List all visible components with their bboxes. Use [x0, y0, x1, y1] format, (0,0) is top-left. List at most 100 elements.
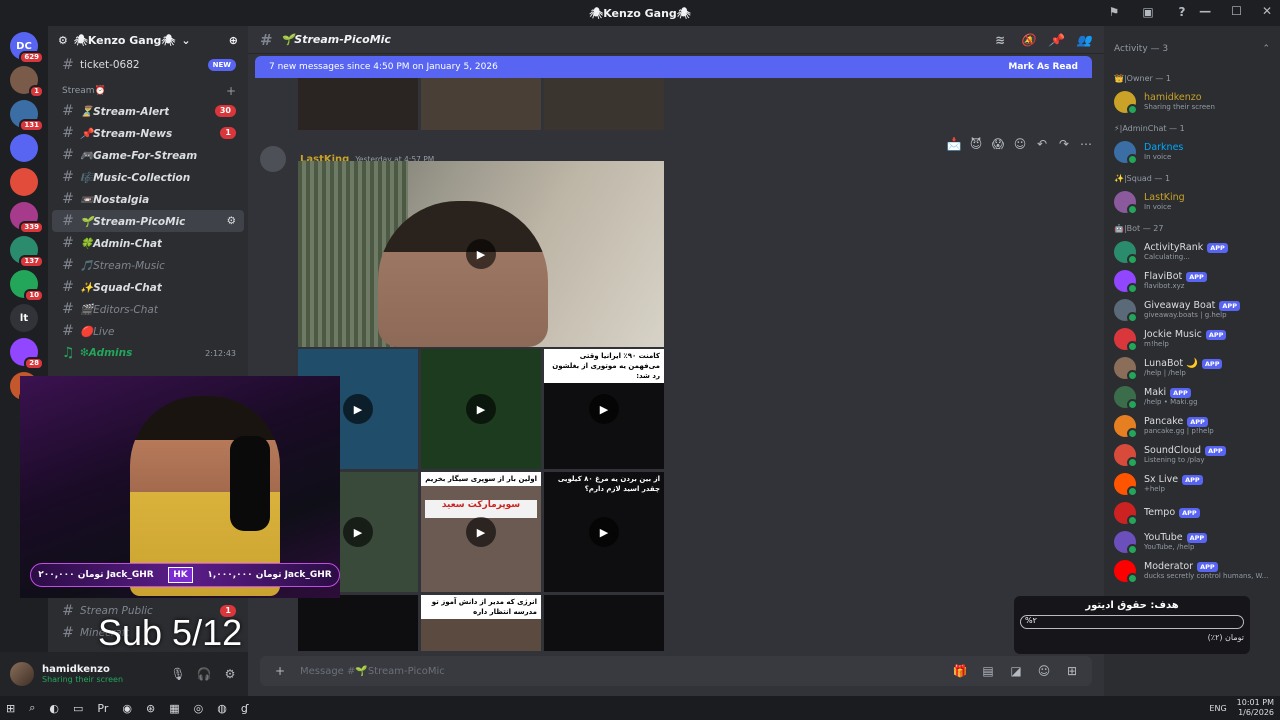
server-icon[interactable]: 28	[10, 338, 44, 370]
server-icon[interactable]: 137	[10, 236, 44, 268]
channel-item[interactable]: # 🎮Game-For-Stream	[52, 144, 244, 166]
minimize-icon[interactable]: —	[1199, 4, 1211, 18]
avatar[interactable]	[10, 662, 34, 686]
channel-item[interactable]: # 🍀Admin-Chat	[52, 232, 244, 254]
store-icon[interactable]: ▦	[169, 702, 179, 715]
channel-item[interactable]: # 📼Nostalgia	[52, 188, 244, 210]
video-embed[interactable]	[298, 595, 418, 651]
video-embed[interactable]: ▶	[421, 349, 541, 469]
member-list-icon[interactable]: 👥	[1076, 32, 1092, 48]
channel-item[interactable]: # 🎼Music-Collection	[52, 166, 244, 188]
channel-item[interactable]: # 📌Stream-News 1	[52, 122, 244, 144]
premiere-icon[interactable]: Pr	[97, 702, 108, 715]
media-thumbnail[interactable]	[421, 78, 541, 130]
play-icon[interactable]: ▶	[589, 517, 619, 547]
new-messages-banner[interactable]: 7 new messages since 4:50 PM on January …	[255, 56, 1092, 78]
play-icon[interactable]: ▶	[466, 517, 496, 547]
screen-share-icon[interactable]: ▣	[1140, 4, 1156, 20]
more-icon[interactable]: ⋯	[1078, 136, 1094, 152]
member-item[interactable]: SoundCloud APP Listening to /play	[1114, 440, 1270, 469]
channel-item[interactable]: # ✨Squad-Chat	[52, 276, 244, 298]
microphone-icon[interactable]: 🎙	[170, 666, 186, 682]
play-icon[interactable]: ▶	[466, 239, 496, 269]
reply-icon[interactable]: ↶	[1034, 136, 1050, 152]
steam-icon[interactable]: ⊛	[146, 702, 155, 715]
mute-icon[interactable]: 🔕	[1020, 32, 1036, 48]
member-item[interactable]: Darknes In voice	[1114, 137, 1270, 166]
video-embed[interactable]: از بین بردن یه مرغ ۸۰ کیلویی چقدر اسید ل…	[544, 472, 664, 592]
member-item[interactable]: LastKing In voice	[1114, 187, 1270, 216]
mark-as-read-button[interactable]: Mark As Read	[1008, 62, 1078, 72]
emoji-icon[interactable]: ☺	[1036, 663, 1052, 679]
message-composer[interactable]: + Message #🌱Stream-PicoMic 🎁 ▤ ◪ ☺ ⊞	[260, 656, 1092, 686]
clock[interactable]: 10:01 PM 1/6/2026	[1237, 698, 1274, 718]
obs-icon[interactable]: ◎	[194, 702, 204, 715]
video-embed[interactable]: ▶	[298, 161, 664, 347]
member-item[interactable]: hamidkenzo Sharing their screen	[1114, 87, 1270, 116]
channel-item[interactable]: # 🎬Editors-Chat	[52, 298, 244, 320]
member-item[interactable]: Giveaway Boat APP giveaway.boats | g.help	[1114, 295, 1270, 324]
pin-icon[interactable]: 📌	[1048, 32, 1064, 48]
play-icon[interactable]: ▶	[589, 394, 619, 424]
headphones-icon[interactable]: 🎧	[196, 666, 212, 682]
channel-item[interactable]: # 🎵Stream-Music	[52, 254, 244, 276]
media-thumbnail[interactable]	[544, 78, 664, 130]
add-member-icon[interactable]: ⊕	[229, 34, 238, 47]
member-item[interactable]: FlaviBot APP flavibot.xyz	[1114, 266, 1270, 295]
member-item[interactable]: Maki APP/help • Maki.gg	[1114, 382, 1270, 411]
gif-icon[interactable]: ▤	[980, 663, 996, 679]
category-stream[interactable]: Stream⏰ +	[48, 76, 248, 100]
apps-icon[interactable]: ⊞	[1064, 663, 1080, 679]
member-item[interactable]: LunaBot 🌙 APP/help | /help	[1114, 353, 1270, 382]
channel-item[interactable]: # 🔴Live	[52, 320, 244, 342]
play-icon[interactable]: ▶	[343, 517, 373, 547]
channel-ticket[interactable]: # ticket-0682 NEW	[52, 54, 244, 76]
avatar[interactable]	[260, 146, 286, 172]
server-icon[interactable]	[10, 134, 38, 162]
forward-icon[interactable]: ↷	[1056, 136, 1072, 152]
server-icon[interactable]: 10	[10, 270, 44, 302]
server-icon[interactable]	[10, 168, 38, 196]
member-item[interactable]: YouTube APP YouTube, /help	[1114, 527, 1270, 556]
channel-settings-icon[interactable]: ⚙	[227, 215, 236, 227]
sticker-icon[interactable]: ◪	[1008, 663, 1024, 679]
add-channel-icon[interactable]: +	[226, 84, 236, 98]
server-icon[interactable]: 339	[10, 202, 44, 234]
close-icon[interactable]: ✕	[1262, 4, 1272, 18]
server-icon[interactable]: lt	[10, 304, 38, 332]
threads-icon[interactable]: ≋	[992, 32, 1008, 48]
member-item[interactable]: Sx Live APP +help	[1114, 469, 1270, 498]
edge-icon[interactable]: ◐	[49, 702, 59, 715]
reaction-icon[interactable]: 😈	[968, 136, 984, 152]
language-indicator[interactable]: ENG	[1209, 704, 1226, 713]
settings-icon[interactable]: ⚙	[222, 666, 238, 682]
voice-channel-admins[interactable]: ♫ ❇Admins 2:12:43	[52, 342, 244, 364]
folder-icon[interactable]: ▭	[73, 702, 83, 715]
maximize-icon[interactable]: ☐	[1231, 4, 1242, 18]
video-embed[interactable]: انرژی که مدیر از دانش آموز تو مدرسه انتظ…	[421, 595, 541, 651]
reaction-icon[interactable]: 😱	[990, 136, 1006, 152]
reaction-icon[interactable]: 📩	[946, 136, 962, 152]
guild-header[interactable]: ⚙ 🕷Kenzo Gang🕷 ⌄ ⊕	[48, 26, 248, 54]
server-icon[interactable]: DC 629	[10, 32, 44, 64]
plus-icon[interactable]: +	[272, 663, 288, 679]
add-reaction-icon[interactable]: ☺	[1012, 136, 1028, 152]
help-icon[interactable]: ?	[1174, 4, 1190, 20]
activity-header[interactable]: Activity — 3 ⌃	[1114, 44, 1270, 54]
member-item[interactable]: Moderator APP ducks secretly control human…	[1114, 556, 1270, 585]
member-item[interactable]: Pancake APP pancake.gg | p!help	[1114, 411, 1270, 440]
play-icon[interactable]: ▶	[343, 394, 373, 424]
video-embed[interactable]: کامنت ۹۰٪ ایرانیا وقتی می‌فهمن یه موتوری…	[544, 349, 664, 469]
member-item[interactable]: Jockie Music APP m!help	[1114, 324, 1270, 353]
inbox-icon[interactable]: ⚑	[1106, 4, 1122, 20]
channel-item[interactable]: # ⏳Stream-Alert 30	[52, 100, 244, 122]
channel-item[interactable]: # 🌱Stream-PicoMic ⚙	[52, 210, 244, 232]
server-icon[interactable]: 1	[10, 66, 44, 98]
discord-icon[interactable]: ◉	[122, 702, 132, 715]
windows-start-icon[interactable]: ⊞	[6, 702, 15, 715]
media-thumbnail[interactable]	[298, 78, 418, 130]
video-embed[interactable]: اولین بار از سوپری سیگار بخریم سوپرمارکت…	[421, 472, 541, 592]
chrome-icon[interactable]: ◍	[217, 702, 227, 715]
app-icon[interactable]: ɠ	[241, 702, 249, 715]
server-icon[interactable]: 131	[10, 100, 44, 132]
